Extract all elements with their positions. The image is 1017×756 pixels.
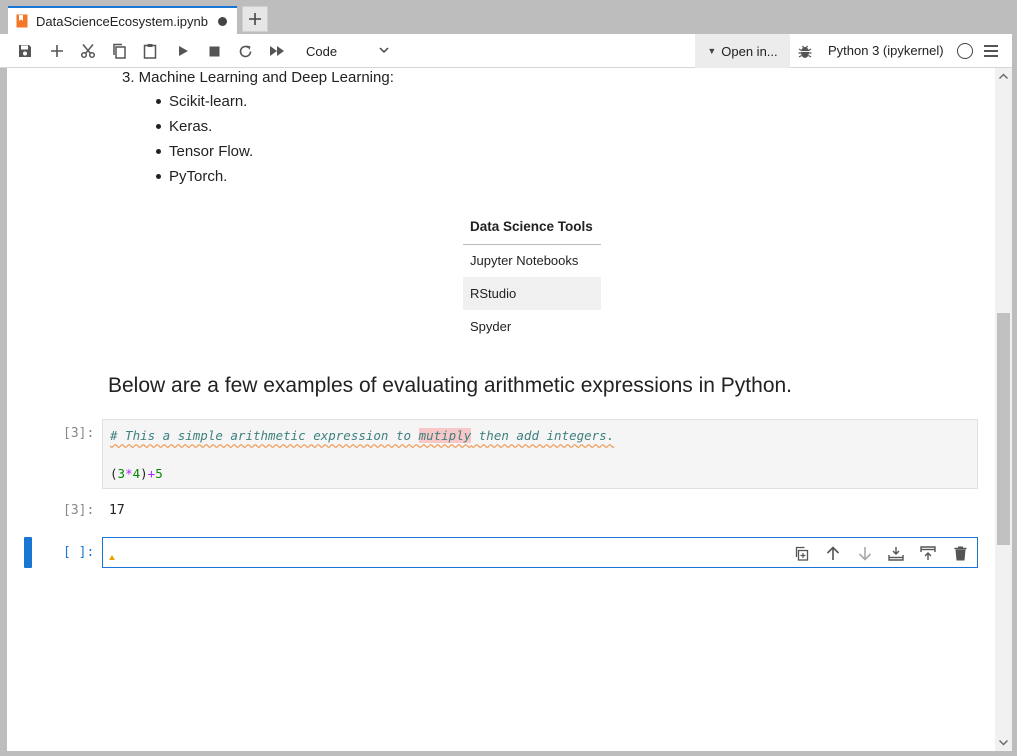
plus-icon xyxy=(249,13,261,25)
code-expression: (3*4)+5 xyxy=(110,466,163,481)
notebook-tab[interactable]: DataScienceEcosystem.ipynb xyxy=(8,6,237,34)
new-tab-button[interactable] xyxy=(242,6,268,32)
save-button[interactable] xyxy=(13,39,37,63)
paste-icon xyxy=(143,44,157,59)
move-cell-down-button[interactable] xyxy=(854,542,876,564)
code-paren: ( xyxy=(110,466,118,481)
bullet-icon xyxy=(156,124,161,129)
copy-button[interactable] xyxy=(107,39,131,63)
code-number: 5 xyxy=(155,466,163,481)
restart-run-all-button[interactable] xyxy=(265,39,289,63)
notebook-panel[interactable]: 3. Machine Learning and Deep Learning: S… xyxy=(7,68,995,751)
kernel-name[interactable]: Python 3 (ipykernel) xyxy=(828,43,944,58)
tab-bar: DataScienceEcosystem.ipynb xyxy=(0,0,1017,34)
interrupt-kernel-button[interactable] xyxy=(202,39,226,63)
trash-icon xyxy=(954,546,966,560)
insert-cell-button[interactable] xyxy=(45,39,69,63)
play-icon xyxy=(179,46,188,56)
insert-cell-above-button[interactable] xyxy=(885,542,907,564)
arrow-up-icon xyxy=(826,545,840,560)
comment-text: then add integers. xyxy=(471,428,615,443)
arrow-down-icon xyxy=(858,546,872,561)
code-paren: ) xyxy=(140,466,148,481)
tools-table: Data Science Tools Jupyter Notebooks RSt… xyxy=(463,209,601,343)
duplicate-icon xyxy=(795,546,808,561)
notebook-toolbar: Code ▼ Open in... Python 3 (ipykernel) xyxy=(0,34,1017,68)
refresh-icon xyxy=(239,45,251,57)
delete-cell-button[interactable] xyxy=(949,542,971,564)
list-item: Scikit-learn. xyxy=(169,93,248,110)
scissors-icon xyxy=(80,44,96,59)
run-cell-button[interactable] xyxy=(171,39,195,63)
insert-above-icon xyxy=(888,546,904,561)
table-cell: Jupyter Notebooks xyxy=(470,253,579,269)
notebook-icon xyxy=(16,14,28,28)
code-comment: # This a simple arithmetic expression to… xyxy=(110,428,614,443)
cell-output: 17 xyxy=(109,503,125,518)
code-number: 3 xyxy=(117,466,126,481)
insert-below-icon xyxy=(920,545,936,560)
duplicate-cell-button[interactable] xyxy=(790,542,812,564)
hamburger-menu-icon xyxy=(984,45,998,57)
open-in-label: Open in... xyxy=(721,43,778,59)
stop-icon xyxy=(209,46,219,56)
cell-type-value: Code xyxy=(306,43,338,59)
window-border xyxy=(1012,34,1017,756)
bullet-icon xyxy=(156,99,161,104)
debugger-button[interactable] xyxy=(793,39,817,63)
bullet-icon xyxy=(156,174,161,179)
active-cell-indicator[interactable] xyxy=(24,537,32,568)
numbered-list-item: 3. Machine Learning and Deep Learning: xyxy=(122,69,394,86)
table-cell: RStudio xyxy=(463,277,601,310)
scroll-down-arrow-icon[interactable] xyxy=(998,737,1009,748)
bullet-icon xyxy=(156,149,161,154)
input-prompt: [ ]: xyxy=(63,545,95,560)
save-icon xyxy=(19,45,31,57)
table-header: Data Science Tools xyxy=(463,209,601,245)
move-cell-up-button[interactable] xyxy=(822,542,844,564)
code-number: 4 xyxy=(132,466,141,481)
table-cell: Spyder xyxy=(470,319,512,334)
input-prompt: [3]: xyxy=(63,426,95,441)
list-item: PyTorch. xyxy=(169,168,228,185)
code-cell-editor[interactable]: # This a simple arithmetic expression to… xyxy=(102,419,978,489)
copy-icon xyxy=(113,43,126,59)
caret-down-icon: ▼ xyxy=(707,46,717,56)
active-code-cell-editor[interactable] xyxy=(102,537,978,568)
warning-marker-icon xyxy=(109,555,115,560)
list-item: Tensor Flow. xyxy=(169,143,254,160)
list-item: Keras. xyxy=(169,118,213,135)
code-operator: * xyxy=(125,466,133,481)
output-prompt: [3]: xyxy=(63,503,95,518)
chevron-down-icon xyxy=(379,47,389,54)
menu-button[interactable] xyxy=(979,39,1003,63)
fast-forward-icon xyxy=(270,46,284,56)
unsaved-indicator-icon[interactable] xyxy=(218,16,227,26)
spelling-error-highlight: mutiply xyxy=(418,428,472,443)
scrollbar-thumb[interactable] xyxy=(997,313,1010,545)
restart-kernel-button[interactable] xyxy=(233,39,257,63)
cut-button[interactable] xyxy=(76,39,100,63)
bug-icon xyxy=(798,45,812,58)
notebook-scrollbar[interactable] xyxy=(995,68,1012,751)
markdown-heading: Below are a few examples of evaluating a… xyxy=(108,374,793,397)
open-in-button[interactable]: ▼ Open in... xyxy=(695,34,790,68)
insert-cell-below-button[interactable] xyxy=(917,542,939,564)
comment-text: # This a simple arithmetic expression to xyxy=(110,428,419,443)
paste-button[interactable] xyxy=(138,39,162,63)
tab-title: DataScienceEcosystem.ipynb xyxy=(36,13,208,29)
kernel-idle-status-icon xyxy=(957,43,973,59)
scroll-up-arrow-icon[interactable] xyxy=(998,71,1009,82)
plus-icon xyxy=(51,45,63,57)
cell-type-select[interactable]: Code xyxy=(300,40,396,62)
